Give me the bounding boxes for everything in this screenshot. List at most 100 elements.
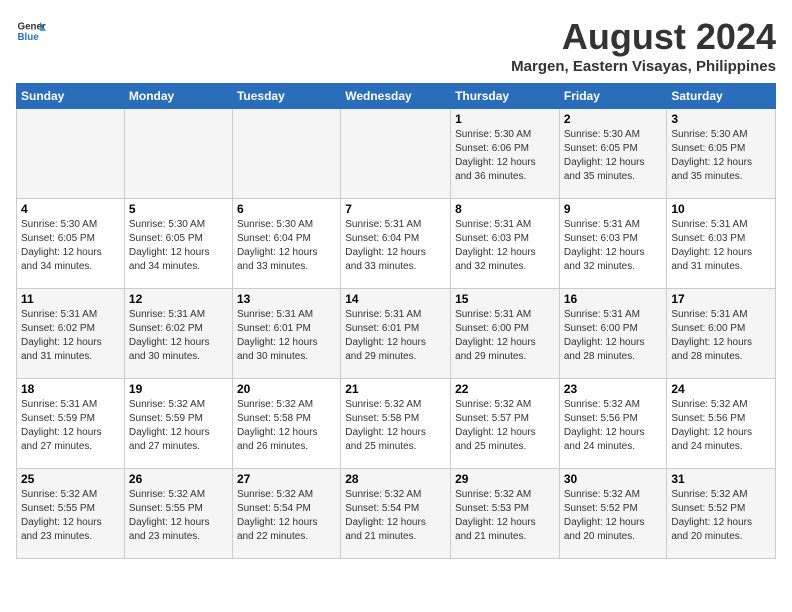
day-cell: 21Sunrise: 5:32 AM Sunset: 5:58 PM Dayli…: [341, 379, 451, 469]
week-row-1: 1 Sunrise: 5:30 AM Sunset: 6:06 PM Daylig…: [17, 109, 776, 199]
day-number: 20: [237, 382, 336, 396]
day-number: 31: [671, 472, 771, 486]
day-number: 8: [455, 202, 555, 216]
day-cell: 22 Sunrise: 5:32 AM Sunset: 5:57 PM Dayli…: [451, 379, 560, 469]
day-cell: 7Sunrise: 5:31 AM Sunset: 6:04 PM Daylig…: [341, 199, 451, 289]
day-info: Sunrise: 5:30 AM Sunset: 6:05 PM Dayligh…: [129, 218, 228, 274]
week-row-5: 25 Sunrise: 5:32 AM Sunset: 5:55 PM Dayli…: [17, 469, 776, 559]
day-cell: 8 Sunrise: 5:31 AM Sunset: 6:03 PM Daylig…: [451, 199, 560, 289]
day-number: 12: [129, 292, 228, 306]
calendar-title: August 2024: [511, 16, 776, 58]
day-number: 6: [237, 202, 336, 216]
day-number: 25: [21, 472, 120, 486]
day-info: Sunrise: 5:32 AM Sunset: 5:57 PM Dayligh…: [455, 398, 555, 454]
day-cell: 30 Sunrise: 5:32 AM Sunset: 5:52 PM Dayli…: [559, 469, 667, 559]
header: General Blue August 2024 Margen, Eastern…: [16, 16, 776, 75]
header-row: Sunday Monday Tuesday Wednesday Thursday…: [17, 84, 776, 109]
day-info: Sunrise: 5:32 AM Sunset: 5:58 PM Dayligh…: [345, 398, 446, 454]
day-cell: 13 Sunrise: 5:31 AM Sunset: 6:01 PM Dayli…: [232, 289, 340, 379]
day-info: Sunrise: 5:30 AM Sunset: 6:06 PM Dayligh…: [455, 128, 555, 184]
day-cell: 2 Sunrise: 5:30 AM Sunset: 6:05 PM Daylig…: [559, 109, 667, 199]
week-row-2: 4 Sunrise: 5:30 AM Sunset: 6:05 PM Daylig…: [17, 199, 776, 289]
day-number: 30: [564, 472, 663, 486]
logo-icon: General Blue: [16, 16, 46, 46]
day-number: 11: [21, 292, 120, 306]
day-info: Sunrise: 5:32 AM Sunset: 5:58 PM Dayligh…: [237, 398, 336, 454]
day-cell: [341, 109, 451, 199]
day-info: Sunrise: 5:30 AM Sunset: 6:05 PM Dayligh…: [21, 218, 120, 274]
col-friday: Friday: [559, 84, 667, 109]
day-info: Sunrise: 5:31 AM Sunset: 6:00 PM Dayligh…: [671, 308, 771, 364]
title-area: August 2024 Margen, Eastern Visayas, Phi…: [511, 16, 776, 75]
day-cell: 4 Sunrise: 5:30 AM Sunset: 6:05 PM Daylig…: [17, 199, 125, 289]
day-cell: 15 Sunrise: 5:31 AM Sunset: 6:00 PM Dayli…: [451, 289, 560, 379]
calendar-subtitle: Margen, Eastern Visayas, Philippines: [511, 58, 776, 75]
day-info: Sunrise: 5:32 AM Sunset: 5:54 PM Dayligh…: [345, 488, 446, 544]
logo: General Blue: [16, 16, 46, 46]
col-wednesday: Wednesday: [341, 84, 451, 109]
day-info: Sunrise: 5:30 AM Sunset: 6:04 PM Dayligh…: [237, 218, 336, 274]
day-cell: 14Sunrise: 5:31 AM Sunset: 6:01 PM Dayli…: [341, 289, 451, 379]
day-cell: 19Sunrise: 5:32 AM Sunset: 5:59 PM Dayli…: [124, 379, 232, 469]
day-info: Sunrise: 5:32 AM Sunset: 5:56 PM Dayligh…: [564, 398, 663, 454]
day-cell: 6 Sunrise: 5:30 AM Sunset: 6:04 PM Daylig…: [232, 199, 340, 289]
day-info: Sunrise: 5:32 AM Sunset: 5:53 PM Dayligh…: [455, 488, 555, 544]
calendar-table: Sunday Monday Tuesday Wednesday Thursday…: [16, 83, 776, 559]
col-tuesday: Tuesday: [232, 84, 340, 109]
day-number: 26: [129, 472, 228, 486]
day-number: 10: [671, 202, 771, 216]
day-info: Sunrise: 5:31 AM Sunset: 6:01 PM Dayligh…: [237, 308, 336, 364]
calendar-header: Sunday Monday Tuesday Wednesday Thursday…: [17, 84, 776, 109]
day-cell: 3 Sunrise: 5:30 AM Sunset: 6:05 PM Daylig…: [667, 109, 776, 199]
day-cell: 20 Sunrise: 5:32 AM Sunset: 5:58 PM Dayli…: [232, 379, 340, 469]
day-number: 5: [129, 202, 228, 216]
day-number: 16: [564, 292, 663, 306]
day-number: 9: [564, 202, 663, 216]
day-number: 13: [237, 292, 336, 306]
day-cell: 28 Sunrise: 5:32 AM Sunset: 5:54 PM Dayli…: [341, 469, 451, 559]
day-info: Sunrise: 5:30 AM Sunset: 6:05 PM Dayligh…: [671, 128, 771, 184]
day-number: 27: [237, 472, 336, 486]
day-info: Sunrise: 5:30 AM Sunset: 6:05 PM Dayligh…: [564, 128, 663, 184]
day-cell: 17Sunrise: 5:31 AM Sunset: 6:00 PM Dayli…: [667, 289, 776, 379]
day-cell: 24 Sunrise: 5:32 AM Sunset: 5:56 PM Dayli…: [667, 379, 776, 469]
col-saturday: Saturday: [667, 84, 776, 109]
svg-text:Blue: Blue: [18, 32, 40, 43]
day-info: Sunrise: 5:32 AM Sunset: 5:52 PM Dayligh…: [564, 488, 663, 544]
day-info: Sunrise: 5:31 AM Sunset: 6:03 PM Dayligh…: [455, 218, 555, 274]
day-number: 18: [21, 382, 120, 396]
day-info: Sunrise: 5:32 AM Sunset: 5:56 PM Dayligh…: [671, 398, 771, 454]
day-number: 28: [345, 472, 446, 486]
day-cell: 11Sunrise: 5:31 AM Sunset: 6:02 PM Dayli…: [17, 289, 125, 379]
day-cell: 9 Sunrise: 5:31 AM Sunset: 6:03 PM Daylig…: [559, 199, 667, 289]
day-cell: 31Sunrise: 5:32 AM Sunset: 5:52 PM Dayli…: [667, 469, 776, 559]
day-info: Sunrise: 5:31 AM Sunset: 6:00 PM Dayligh…: [455, 308, 555, 364]
day-cell: 18 Sunrise: 5:31 AM Sunset: 5:59 PM Dayli…: [17, 379, 125, 469]
day-number: 4: [21, 202, 120, 216]
col-sunday: Sunday: [17, 84, 125, 109]
day-cell: 23 Sunrise: 5:32 AM Sunset: 5:56 PM Dayli…: [559, 379, 667, 469]
day-cell: 10 Sunrise: 5:31 AM Sunset: 6:03 PM Dayli…: [667, 199, 776, 289]
day-cell: 16Sunrise: 5:31 AM Sunset: 6:00 PM Dayli…: [559, 289, 667, 379]
day-number: 3: [671, 112, 771, 126]
day-number: 2: [564, 112, 663, 126]
day-number: 24: [671, 382, 771, 396]
col-monday: Monday: [124, 84, 232, 109]
day-number: 7: [345, 202, 446, 216]
day-info: Sunrise: 5:31 AM Sunset: 6:03 PM Dayligh…: [564, 218, 663, 274]
week-row-4: 18 Sunrise: 5:31 AM Sunset: 5:59 PM Dayli…: [17, 379, 776, 469]
day-number: 22: [455, 382, 555, 396]
day-number: 14: [345, 292, 446, 306]
day-cell: 25Sunrise: 5:32 AM Sunset: 5:55 PM Dayli…: [17, 469, 125, 559]
day-info: Sunrise: 5:32 AM Sunset: 5:55 PM Dayligh…: [129, 488, 228, 544]
day-number: 15: [455, 292, 555, 306]
day-number: 1: [455, 112, 555, 126]
day-number: 29: [455, 472, 555, 486]
day-cell: [17, 109, 125, 199]
day-number: 23: [564, 382, 663, 396]
day-info: Sunrise: 5:31 AM Sunset: 5:59 PM Dayligh…: [21, 398, 120, 454]
day-cell: 12Sunrise: 5:31 AM Sunset: 6:02 PM Dayli…: [124, 289, 232, 379]
day-info: Sunrise: 5:31 AM Sunset: 6:03 PM Dayligh…: [671, 218, 771, 274]
day-cell: 26 Sunrise: 5:32 AM Sunset: 5:55 PM Dayli…: [124, 469, 232, 559]
day-cell: 29 Sunrise: 5:32 AM Sunset: 5:53 PM Dayli…: [451, 469, 560, 559]
